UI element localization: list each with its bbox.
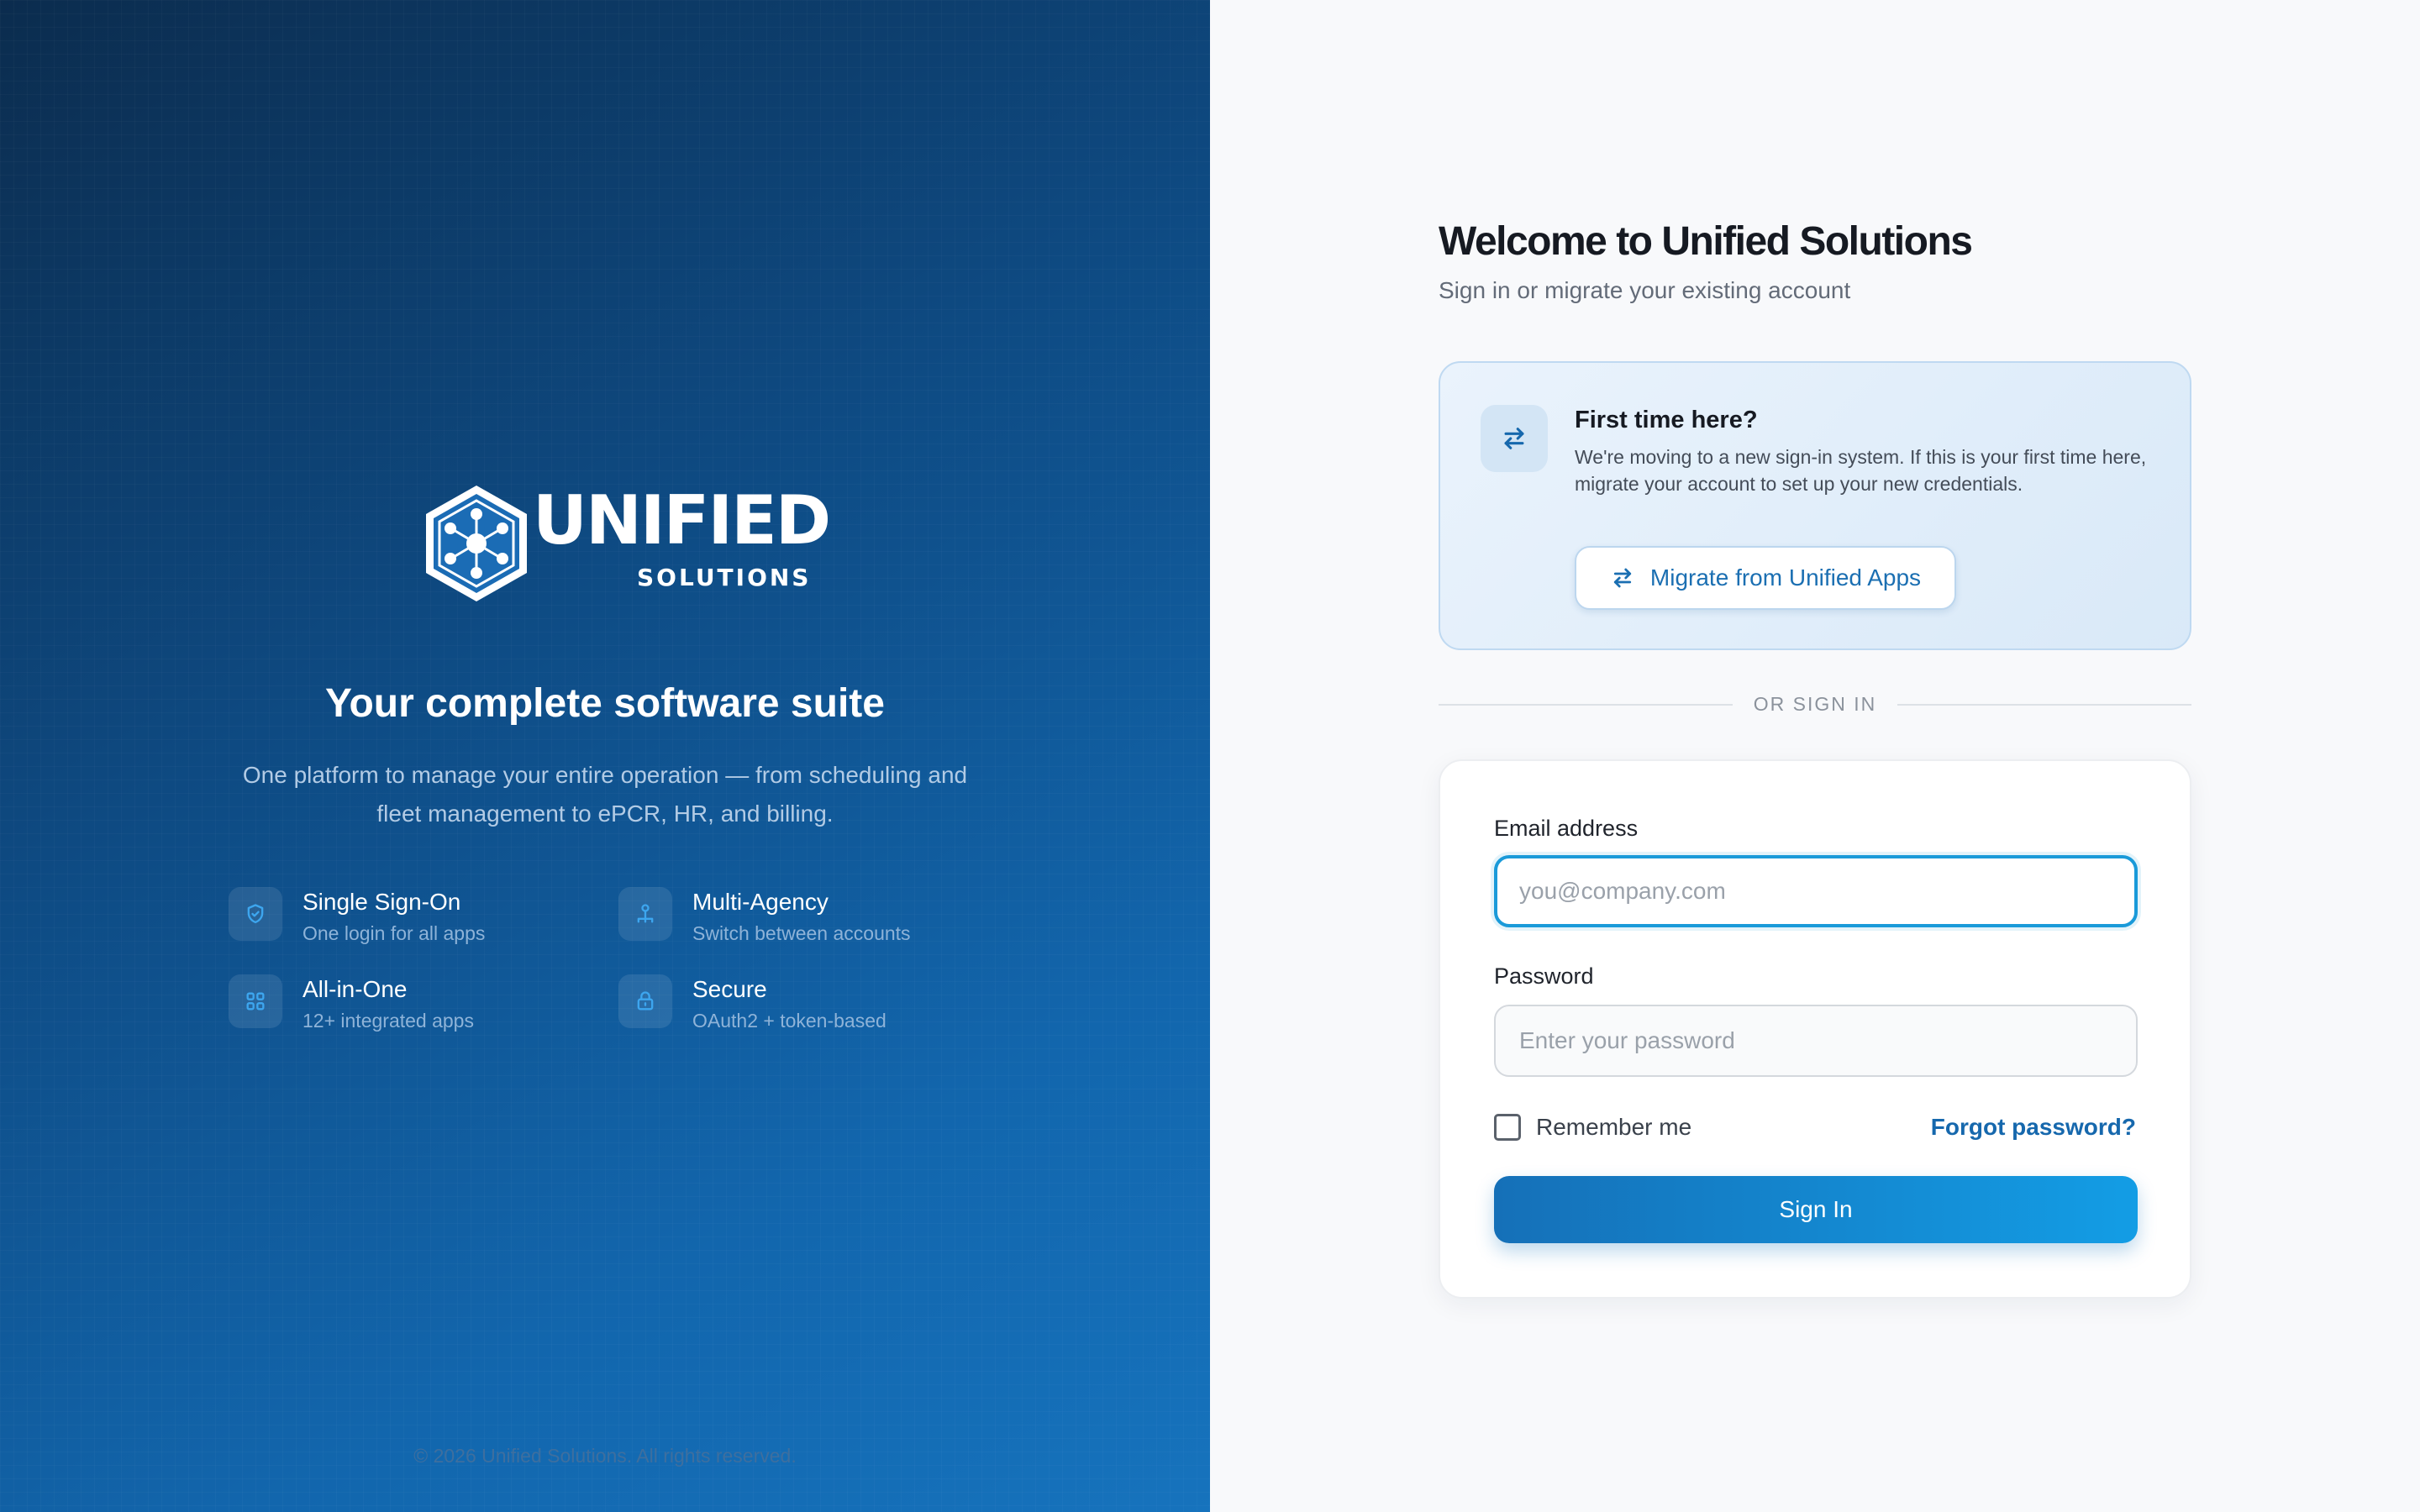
remember-me-label: Remember me — [1536, 1114, 1692, 1140]
brand-tagline: Your complete software suite — [325, 681, 885, 726]
migrate-description: We're moving to a new sign-in system. If… — [1575, 446, 2147, 495]
migrate-button-label: Migrate from Unified Apps — [1649, 564, 1922, 591]
migrate-card: First time here? We're moving to a new s… — [1439, 361, 2191, 650]
feature-title: Single Sign-On — [302, 889, 461, 915]
email-label: Email address — [1494, 816, 1639, 841]
or-divider: OR SIGN IN — [1439, 689, 2191, 719]
feature-subtitle: One login for all apps — [302, 922, 486, 944]
feature-all-in-one: All-in-One 12+ integrated apps — [229, 974, 615, 1042]
hexagon-network-icon — [426, 486, 527, 601]
brand-description: One platform to manage your entire opera… — [242, 762, 968, 827]
sign-in-button-label: Sign In — [1779, 1196, 1853, 1222]
grid-icon — [229, 974, 282, 1028]
forgot-password-link[interactable]: Forgot password? — [1931, 1110, 2136, 1144]
feature-title: All-in-One — [302, 976, 408, 1002]
network-icon — [618, 887, 672, 941]
swap-arrows-icon — [1481, 405, 1548, 472]
logo-subtitle: SOLUTIONS — [637, 564, 812, 591]
feature-subtitle: OAuth2 + token-based — [692, 1010, 886, 1032]
brand-panel: UNIFIED SOLUTIONS Your complete software… — [0, 0, 1210, 1512]
feature-title: Secure — [692, 976, 767, 1002]
remember-me-checkbox[interactable] — [1494, 1114, 1521, 1141]
swap-arrows-icon — [1613, 568, 1632, 588]
feature-title: Multi-Agency — [692, 889, 829, 915]
lock-icon — [618, 974, 672, 1028]
email-field[interactable] — [1494, 855, 2138, 927]
page-subtitle: Sign in or migrate your existing account — [1439, 277, 1851, 303]
feature-single-sign-on: Single Sign-On One login for all apps — [229, 887, 615, 954]
password-field[interactable] — [1494, 1005, 2138, 1077]
unified-solutions-logo: UNIFIED SOLUTIONS — [415, 482, 831, 605]
copyright-text: © 2026 Unified Solutions. All rights res… — [413, 1445, 797, 1467]
page-title: Welcome to Unified Solutions — [1439, 219, 1973, 264]
remember-me-toggle[interactable]: Remember me — [1494, 1110, 1691, 1144]
shield-icon — [229, 887, 282, 941]
feature-subtitle: Switch between accounts — [692, 922, 911, 944]
feature-secure: Secure OAuth2 + token-based — [618, 974, 1005, 1042]
logo-wordmark: UNIFIED — [533, 481, 831, 559]
feature-multi-agency: Multi-Agency Switch between accounts — [618, 887, 1005, 954]
form-panel: Welcome to Unified Solutions Sign in or … — [1210, 0, 2420, 1512]
sign-in-button[interactable]: Sign In — [1494, 1176, 2138, 1243]
migrate-title: First time here? — [1575, 407, 1758, 433]
signin-card: Email address Password Remember me Forgo… — [1439, 759, 2191, 1299]
migrate-button[interactable]: Migrate from Unified Apps — [1575, 546, 1956, 610]
divider-line — [1897, 704, 2191, 706]
feature-subtitle: 12+ integrated apps — [302, 1010, 474, 1032]
password-label: Password — [1494, 963, 1594, 989]
